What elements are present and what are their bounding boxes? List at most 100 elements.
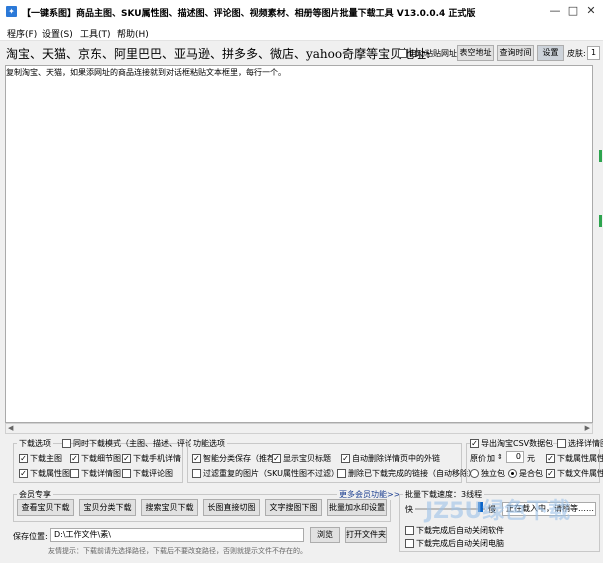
side-indicator xyxy=(599,215,602,227)
checkbox-box[interactable] xyxy=(19,454,28,463)
radio-circle[interactable] xyxy=(470,469,479,478)
checkbox-box[interactable] xyxy=(122,454,131,463)
option-label: 删除已下载完成的链接（自动移除） xyxy=(348,469,476,478)
menu-tools[interactable]: 工具(T) xyxy=(80,27,111,40)
open-folder-button[interactable]: 打开文件夹 xyxy=(345,527,387,543)
scroll-left-icon[interactable]: ◀ xyxy=(8,424,13,433)
watermark-logo: JZ5U绿色下载 xyxy=(425,499,571,524)
checkbox-box[interactable] xyxy=(405,526,414,535)
speed-fast-label: 快 xyxy=(405,505,413,514)
price-operator[interactable]: 加 xyxy=(487,453,495,464)
category-download-button[interactable]: 宝贝分类下载 xyxy=(79,499,136,516)
option-label: 下载完成后自动关闭软件 xyxy=(416,526,504,535)
checkbox-box[interactable] xyxy=(398,49,407,58)
download-desc-checkbox[interactable]: 下载详情图 xyxy=(70,468,121,479)
remove-done-checkbox[interactable]: 删除已下载完成的链接（自动移除） xyxy=(337,468,476,479)
table-address-button[interactable]: 表空地址 xyxy=(457,45,494,61)
price-unit: 元 xyxy=(527,454,535,463)
radio-circle[interactable] xyxy=(508,469,517,478)
browse-button[interactable]: 浏览 xyxy=(310,527,340,543)
download-main-checkbox[interactable]: 下载主图 xyxy=(19,453,62,464)
download-attr-prop-checkbox[interactable]: 下载属性属性 xyxy=(546,453,603,464)
download-review-checkbox[interactable]: 下载评论图 xyxy=(122,468,173,479)
checkbox-box[interactable] xyxy=(557,439,566,448)
spinner-icon[interactable]: ⇕ xyxy=(497,453,503,461)
checkbox-box[interactable] xyxy=(192,454,201,463)
scroll-right-icon[interactable]: ▶ xyxy=(585,424,590,433)
function-options-label: 功能选项 xyxy=(191,438,227,449)
checkbox-box[interactable] xyxy=(341,454,350,463)
export-csv-checkbox[interactable]: 导出淘宝CSV数据包 xyxy=(470,438,554,449)
checkbox-box[interactable] xyxy=(272,454,281,463)
option-label: 下载手机详情 xyxy=(133,454,181,463)
view-product-download-button[interactable]: 查看宝贝下载 xyxy=(17,499,74,516)
watermark-settings-button[interactable]: 批量加水印设置 xyxy=(327,499,387,516)
checkbox-box[interactable] xyxy=(62,439,71,448)
menu-settings[interactable]: 设置(S) xyxy=(42,27,73,40)
download-attr-checkbox[interactable]: 下载属性图 xyxy=(19,468,70,479)
auto-paste-label: 自动粘贴网址 xyxy=(409,49,457,58)
checkbox-box[interactable] xyxy=(546,454,555,463)
option-label: 独立包 xyxy=(481,469,505,478)
close-icon[interactable]: ✕ xyxy=(584,4,598,18)
price-input[interactable]: 0 xyxy=(506,451,524,463)
auto-paste-checkbox[interactable]: 自动粘贴网址 xyxy=(398,48,457,59)
option-label: 显示宝贝标题 xyxy=(283,454,331,463)
checkbox-box[interactable] xyxy=(122,469,131,478)
checkbox-box[interactable] xyxy=(70,454,79,463)
option-label: 下载文件属性 xyxy=(557,469,603,478)
menu-help[interactable]: 帮助(H) xyxy=(117,27,149,40)
sku-mode-label: 同时下载模式（主图、描述、评论） xyxy=(73,439,201,448)
app-icon: ✦ xyxy=(6,6,17,17)
checkbox-box[interactable] xyxy=(470,439,479,448)
download-file-attr-checkbox[interactable]: 下载文件属性 xyxy=(546,468,603,479)
url-textarea-hint: 复制淘宝、天猫，如果添网址的商品连接就到对话框粘贴文本框里，每行一个。 xyxy=(6,68,286,77)
horizontal-scrollbar[interactable]: ◀ ▶ xyxy=(5,423,593,434)
option-label: 过滤重复的图片（SKU属性图不过滤） xyxy=(203,469,339,478)
select-detail-checkbox[interactable]: 选择详情图 xyxy=(557,438,603,449)
merged-radio[interactable]: 是合包 xyxy=(508,468,543,479)
checkbox-box[interactable] xyxy=(70,469,79,478)
option-label: 下载属性属性 xyxy=(557,454,603,463)
query-time-button[interactable]: 查询时间 xyxy=(497,45,534,61)
filter-duplicates-checkbox[interactable]: 过滤重复的图片（SKU属性图不过滤） xyxy=(192,468,339,479)
maximize-icon[interactable]: □ xyxy=(566,4,580,18)
option-label: 自动删除详情页中的外链 xyxy=(352,454,440,463)
search-download-button[interactable]: 搜索宝贝下载 xyxy=(141,499,198,516)
checkbox-box[interactable] xyxy=(337,469,346,478)
checkbox-box[interactable] xyxy=(19,469,28,478)
option-label: 是合包 xyxy=(519,469,543,478)
smart-save-checkbox[interactable]: 智能分类保存（推荐） xyxy=(192,453,283,464)
close-app-after-done-checkbox[interactable]: 下载完成后自动关闭软件 xyxy=(405,525,504,536)
menu-program[interactable]: 程序(F) xyxy=(7,27,37,40)
shutdown-after-done-checkbox[interactable]: 下载完成后自动关闭电脑 xyxy=(405,538,504,549)
sku-mode-checkbox[interactable]: 同时下载模式（主图、描述、评论） xyxy=(62,438,201,449)
download-detail-checkbox[interactable]: 下载细节图 xyxy=(70,453,121,464)
option-label: 智能分类保存（推荐） xyxy=(203,454,283,463)
save-path-input[interactable]: D:\工作文件\素\ xyxy=(50,528,304,542)
settings-button[interactable]: 设置 xyxy=(537,45,564,61)
option-label: 下载评论图 xyxy=(133,469,173,478)
text-search-image-button[interactable]: 文字搜图下图 xyxy=(265,499,322,516)
option-label: 选择详情图 xyxy=(568,439,603,448)
price-label: 原价 xyxy=(470,454,486,463)
save-path-label: 保存位置: xyxy=(13,532,48,541)
option-label: 下载细节图 xyxy=(81,454,121,463)
platforms-label: 淘宝、天猫、京东、阿里巴巴、亚马逊、拼多多、微店、yahoo奇摩等宝贝地址: xyxy=(6,47,431,61)
download-mobile-checkbox[interactable]: 下载手机详情 xyxy=(122,453,181,464)
remove-links-checkbox[interactable]: 自动删除详情页中的外链 xyxy=(341,453,440,464)
long-image-cut-button[interactable]: 长图直接切图 xyxy=(203,499,260,516)
independent-radio[interactable]: 独立包 xyxy=(470,468,505,479)
option-label: 导出淘宝CSV数据包 xyxy=(481,439,554,448)
option-label: 下载属性图 xyxy=(30,469,70,478)
window-title: 【一键系图】商品主图、SKU属性图、描述图、评论图、视频素材、相册等图片批量下载… xyxy=(22,9,476,19)
show-title-checkbox[interactable]: 显示宝贝标题 xyxy=(272,453,331,464)
skin-select[interactable]: 1 xyxy=(587,46,600,60)
skin-label: 皮肤: xyxy=(567,49,586,58)
checkbox-box[interactable] xyxy=(405,539,414,548)
checkbox-box[interactable] xyxy=(192,469,201,478)
minimize-icon[interactable]: — xyxy=(548,4,562,18)
checkbox-box[interactable] xyxy=(546,469,555,478)
url-textarea[interactable] xyxy=(5,65,593,423)
hint-text: 友情提示：下载前请先选择路径，下载后不要改变路径，否则就提示文件不存在的。 xyxy=(48,547,307,555)
